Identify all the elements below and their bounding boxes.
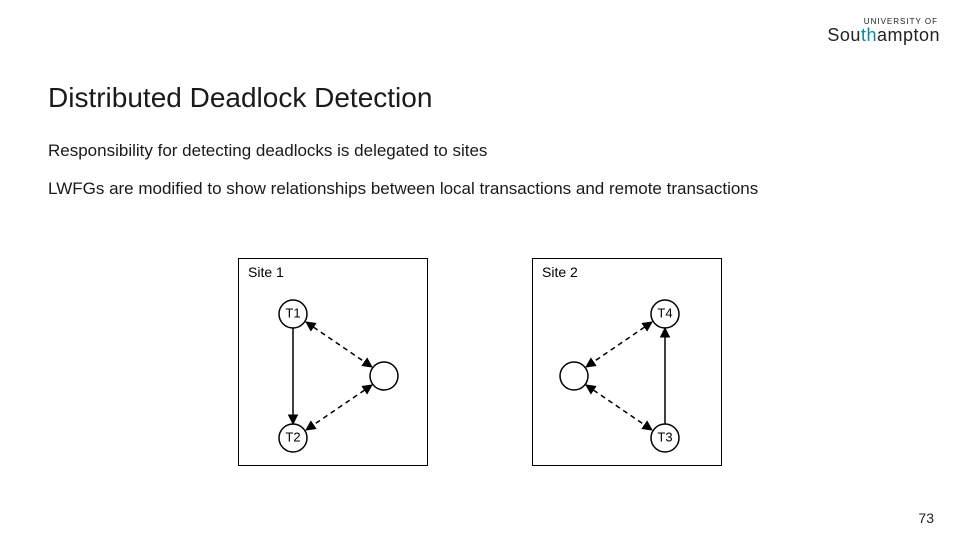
site2-node-t3-label: T3 xyxy=(657,429,672,444)
body-paragraph-1: Responsibility for detecting deadlocks i… xyxy=(48,140,912,161)
body-paragraph-2: LWFGs are modified to show relationships… xyxy=(48,178,912,199)
site2-edge-t4-ext xyxy=(586,322,652,367)
university-logo: UNIVERSITY OF Southampton xyxy=(827,18,940,44)
page-number: 73 xyxy=(918,510,934,526)
lwfg-diagram: Site 1 Site 2 T1 T2 T4 T3 xyxy=(0,258,960,488)
diagram-svg: T1 T2 T4 T3 xyxy=(0,258,960,488)
site1-edge-ext-t2 xyxy=(306,385,372,430)
slide-title: Distributed Deadlock Detection xyxy=(48,82,432,114)
site1-node-external xyxy=(370,362,398,390)
site2-edge-ext-t3 xyxy=(586,385,652,430)
site2-node-external xyxy=(560,362,588,390)
site1-node-t2-label: T2 xyxy=(285,429,300,444)
site1-edge-t1-ext xyxy=(306,322,372,367)
site1-node-t1-label: T1 xyxy=(285,305,300,320)
logo-main: Southampton xyxy=(827,26,940,44)
site2-node-t4-label: T4 xyxy=(657,305,672,320)
